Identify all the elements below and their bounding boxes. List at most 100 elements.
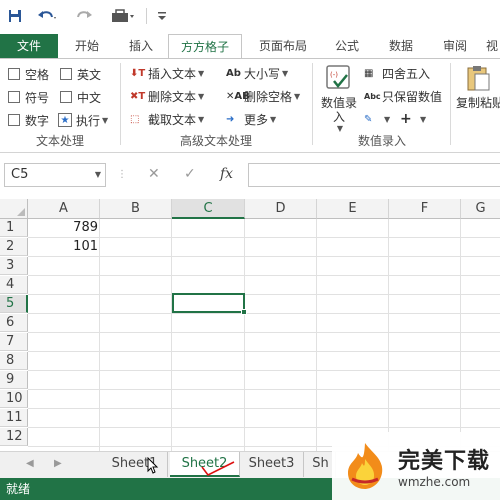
name-box[interactable]: C5 ▼	[4, 163, 106, 187]
tab-insert[interactable]: 插入	[118, 34, 164, 58]
checkbox-icon	[60, 91, 72, 103]
select-all-button[interactable]	[0, 199, 28, 219]
redo-icon[interactable]	[72, 5, 98, 27]
column-header-B[interactable]: B	[100, 199, 172, 219]
checkbox-icon	[60, 68, 72, 80]
row-header-12[interactable]: 12	[0, 428, 28, 446]
tab-home[interactable]: 开始	[64, 34, 110, 58]
tab-page-layout[interactable]: 页面布局	[252, 34, 314, 58]
ribbon-tabs: 文件 开始 插入 方方格子 页面布局 公式 数据 审阅 视	[0, 34, 500, 59]
numeric-entry-button[interactable]: (-) 数值录入 ▼	[318, 63, 360, 133]
checkbox-icon	[8, 91, 20, 103]
checkbox-icon	[8, 114, 20, 126]
plus-icon: +	[400, 111, 412, 127]
tab-file[interactable]: 文件	[0, 34, 58, 58]
copy-paste-button[interactable]: 复制粘贴	[456, 63, 500, 129]
more-button[interactable]: ➜ 更多 ▼	[226, 110, 276, 128]
row-header-3[interactable]: 3	[0, 257, 28, 275]
drag-handle-icon[interactable]: ⋮	[117, 169, 127, 180]
extract-text-icon: ⬚	[130, 113, 140, 125]
row-header-7[interactable]: 7	[0, 333, 28, 351]
gridline-horizontal	[28, 408, 500, 409]
case-button[interactable]: Ab 大小写 ▼	[226, 64, 288, 82]
row-header-6[interactable]: 6	[0, 314, 28, 332]
cell-A2[interactable]: 101	[28, 238, 98, 256]
delete-space-button[interactable]: ✕AB 删除空格 ▼	[226, 87, 300, 105]
digit-checkbox[interactable]: 数字	[8, 111, 49, 129]
row-header-10[interactable]: 10	[0, 390, 28, 408]
group-label-advanced-text: 高级文本处理	[180, 134, 253, 148]
keep-value-button[interactable]: Abc 只保留数值	[364, 87, 442, 105]
column-header-F[interactable]: F	[389, 199, 461, 219]
gridline-vertical	[244, 219, 245, 451]
abc-icon: Abc	[364, 91, 381, 101]
row-header-2[interactable]: 2	[0, 238, 28, 256]
checkbox-icon	[8, 68, 20, 80]
gridline-horizontal	[28, 313, 500, 314]
flame-logo-icon	[348, 443, 383, 489]
row-header-11[interactable]: 11	[0, 409, 28, 427]
gridline-horizontal	[28, 294, 500, 295]
gridline-horizontal	[28, 237, 500, 238]
cell-A1[interactable]: 789	[28, 219, 98, 237]
numeric-entry-icon: (-)	[326, 65, 350, 89]
plus-button[interactable]: + ▼	[400, 110, 426, 128]
tab-review[interactable]: 审阅	[432, 34, 478, 58]
extract-text-button[interactable]: ⬚ 截取文本 ▼	[130, 110, 204, 128]
column-header-C[interactable]: C	[172, 199, 245, 219]
symbol-checkbox[interactable]: 符号	[8, 88, 49, 106]
fill-handle[interactable]	[241, 309, 247, 315]
mouse-cursor-icon	[147, 457, 159, 474]
formula-input[interactable]	[248, 163, 500, 187]
row-header-8[interactable]: 8	[0, 352, 28, 370]
column-header-A[interactable]: A	[28, 199, 100, 219]
customize-icon[interactable]	[154, 5, 170, 27]
save-icon[interactable]	[6, 5, 24, 27]
prev-sheet-icon[interactable]: ◀	[26, 458, 34, 469]
spreadsheet-grid: ABCDEFG 1 2 3 4 5 6 7 8 9 10 11 12 789 101	[0, 199, 500, 451]
space-checkbox[interactable]: 空格	[8, 65, 49, 83]
quick-access-toolbar	[0, 0, 500, 34]
gridline-horizontal	[28, 256, 500, 257]
english-checkbox[interactable]: 英文	[60, 65, 101, 83]
column-header-D[interactable]: D	[245, 199, 317, 219]
dropdown-caret-icon: ▼	[384, 114, 391, 124]
chinese-checkbox[interactable]: 中文	[60, 88, 101, 106]
toolbox-icon[interactable]	[108, 5, 138, 27]
tab-formulas[interactable]: 公式	[324, 34, 370, 58]
case-icon: Ab	[226, 67, 241, 79]
svg-text:(-): (-)	[330, 71, 338, 79]
dropdown-caret-icon: ▼	[270, 114, 277, 124]
insert-text-button[interactable]: ⬇T 插入文本 ▼	[130, 64, 204, 82]
tab-view[interactable]: 视	[484, 34, 500, 58]
row-header-4[interactable]: 4	[0, 276, 28, 294]
row-header-9[interactable]: 9	[0, 371, 28, 389]
checkmark-annotation-icon	[201, 461, 235, 477]
insert-text-icon: ⬇T	[130, 67, 146, 79]
enter-icon[interactable]: ✓	[184, 166, 196, 182]
column-header-G[interactable]: G	[461, 199, 500, 219]
row-header-1[interactable]: 1	[0, 219, 28, 237]
next-sheet-icon[interactable]: ▶	[54, 458, 62, 469]
group-label-text-processing: 文本处理	[36, 134, 85, 148]
undo-icon[interactable]	[34, 5, 60, 27]
ribbon: 空格 英文 符号 中文 数字 ★ 执行 ▼ 文本处理 ⬇T 插入文本 ▼ ✖T 删除文本 ▼…	[0, 58, 500, 153]
selected-cell[interactable]	[172, 293, 247, 315]
delete-text-button[interactable]: ✖T 删除文本 ▼	[130, 87, 204, 105]
round-button[interactable]: ▦ 四舍五入	[364, 64, 430, 82]
gridline-vertical	[316, 219, 317, 451]
row-header-5[interactable]: 5	[0, 295, 28, 313]
arrow-right-icon: ➜	[226, 113, 235, 125]
watermark-name: 完美下载	[398, 449, 491, 474]
edit-button[interactable]: ✎ ▼	[364, 110, 390, 128]
tab-data[interactable]: 数据	[378, 34, 424, 58]
function-icon[interactable]: fx	[220, 166, 233, 182]
sheet-tab-sheet3[interactable]: Sheet3	[240, 452, 304, 477]
gridline-vertical	[171, 219, 172, 451]
gridline-horizontal	[28, 332, 500, 333]
execute-button[interactable]: ★ 执行 ▼	[58, 111, 108, 129]
column-header-E[interactable]: E	[317, 199, 389, 219]
tab-fangfang[interactable]: 方方格子	[168, 34, 242, 59]
dropdown-caret-icon: ▼	[198, 114, 205, 124]
cancel-icon[interactable]: ✕	[148, 166, 160, 182]
